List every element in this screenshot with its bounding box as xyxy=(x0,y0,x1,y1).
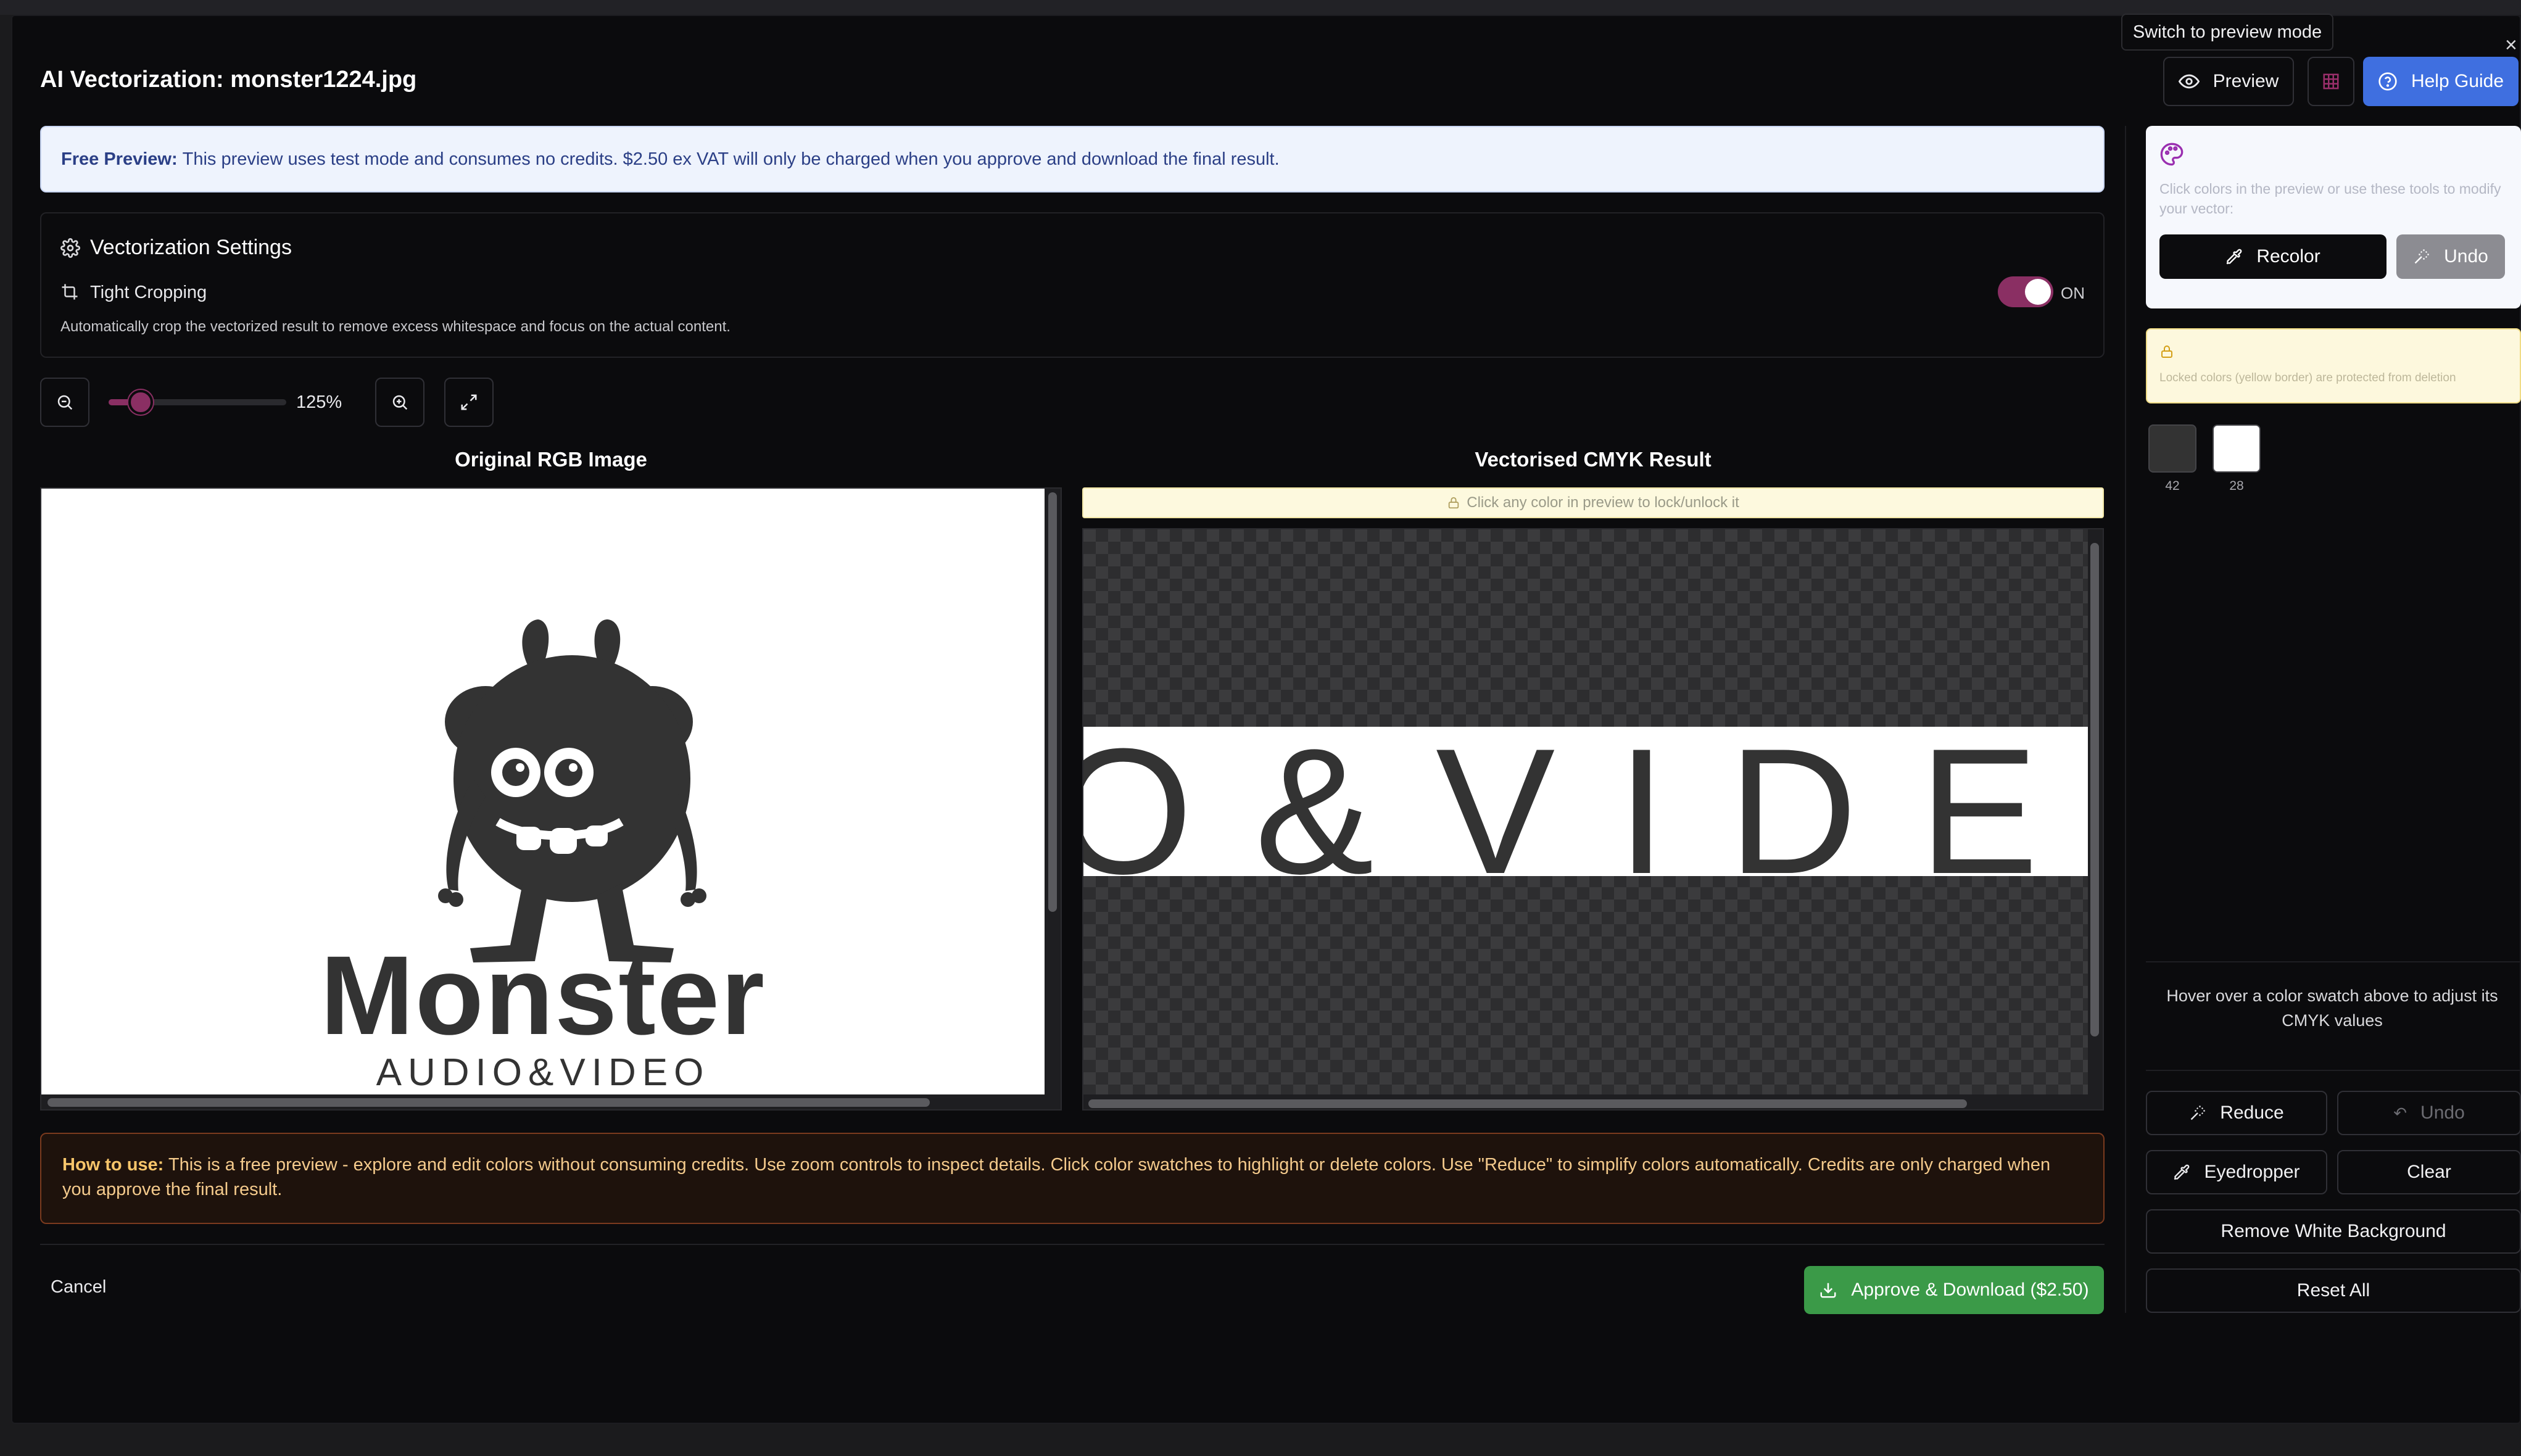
preview-button-label: Preview xyxy=(2213,71,2279,91)
modal-title: AI Vectorization: monster1224.jpg xyxy=(40,67,417,93)
result-horizontal-scrollbar[interactable] xyxy=(1088,1099,1967,1108)
help-guide-button[interactable]: Help Guide xyxy=(2363,57,2519,106)
cancel-button[interactable]: Cancel xyxy=(51,1277,106,1297)
zoom-value: 125% xyxy=(296,392,342,412)
zoom-out-button[interactable] xyxy=(40,378,89,427)
help-guide-label: Help Guide xyxy=(2411,71,2504,91)
vector-result-panel[interactable]: O&VIDEO xyxy=(1082,528,2104,1111)
recolor-undo-button[interactable]: Undo xyxy=(2396,234,2505,279)
white-background-band: O&VIDEO xyxy=(1083,727,2088,876)
sidebar-separator-2 xyxy=(2146,1070,2521,1071)
fullscreen-button[interactable] xyxy=(444,378,494,427)
original-image-panel[interactable]: Monster AUDIO&VIDEO xyxy=(40,487,1062,1111)
toggle-state-label: ON xyxy=(2061,284,2085,302)
lock-icon xyxy=(1448,497,1459,509)
eyedropper-icon xyxy=(2174,1164,2190,1180)
color-swatch-2-count: 28 xyxy=(2229,479,2244,493)
footer-divider xyxy=(40,1244,2105,1245)
undo-arrow-icon: ↶ xyxy=(2393,1103,2407,1122)
locked-colors-card xyxy=(2146,328,2521,403)
color-swatch-1[interactable] xyxy=(2148,424,2196,473)
download-icon xyxy=(1820,1283,1836,1298)
reset-all-button[interactable]: Reset All xyxy=(2146,1268,2521,1313)
settings-description: Automatically crop the vectorized result… xyxy=(60,318,731,335)
preview-mode-tooltip: Switch to preview mode xyxy=(2121,14,2333,51)
color-swatch-2[interactable] xyxy=(2213,424,2261,473)
settings-title: Vectorization Settings xyxy=(90,236,292,259)
original-vertical-scrollbar[interactable] xyxy=(1048,492,1057,912)
eyedropper-label: Eyedropper xyxy=(2204,1162,2300,1182)
logo-sub-word: AUDIO&VIDEO xyxy=(376,1051,710,1094)
notice-text: This preview uses test mode and consumes… xyxy=(182,149,1280,169)
undo-button[interactable]: ↶ Undo xyxy=(2337,1091,2521,1135)
sidebar-divider xyxy=(2125,126,2126,1313)
zoom-in-button[interactable] xyxy=(375,378,424,427)
locked-colors-lock-icon xyxy=(2161,345,2172,358)
crop-icon xyxy=(62,284,78,300)
approve-download-button[interactable]: Approve & Download ($2.50) xyxy=(1804,1266,2104,1314)
color-tools-hint: Click colors in the preview or use these… xyxy=(2159,181,2501,217)
remove-white-background-button[interactable]: Remove White Background xyxy=(2146,1209,2521,1254)
sidebar-separator-1 xyxy=(2146,961,2521,962)
undo-label: Undo xyxy=(2420,1102,2465,1123)
lock-hint-bar: Click any color in preview to lock/unloc… xyxy=(1082,487,2104,518)
cmyk-hover-hint: Hover over a color swatch above to adjus… xyxy=(2166,987,2498,1030)
palette-icon xyxy=(2160,143,2184,166)
preview-button[interactable]: Preview xyxy=(2163,57,2294,106)
recolor-undo-label: Undo xyxy=(2444,246,2488,267)
notice-bold: Free Preview: xyxy=(61,149,178,169)
lock-hint-text: Click any color in preview to lock/unloc… xyxy=(1467,494,1739,511)
free-preview-notice: Free Preview: This preview uses test mod… xyxy=(40,126,2105,192)
expand-icon xyxy=(461,394,477,410)
clear-button[interactable]: Clear xyxy=(2337,1150,2521,1194)
recolor-label: Recolor xyxy=(2256,246,2320,267)
page-backdrop xyxy=(0,0,2521,15)
toggle-knob xyxy=(2025,279,2051,305)
recolor-button[interactable]: Recolor xyxy=(2159,234,2386,279)
eyedropper-button[interactable]: Eyedropper xyxy=(2146,1150,2327,1194)
tight-cropping-label: Tight Cropping xyxy=(90,283,207,302)
reduce-label: Reduce xyxy=(2220,1102,2284,1123)
pipette-icon xyxy=(2226,249,2242,265)
transparency-checkerboard: O&VIDEO xyxy=(1083,529,2088,1094)
zoomed-vector-text: O&VIDEO xyxy=(1083,727,2088,876)
result-panel-title: Vectorised CMYK Result xyxy=(1475,448,1712,471)
color-swatch-1-count: 42 xyxy=(2165,479,2180,493)
settings-gear-icon xyxy=(60,238,80,258)
zoom-out-icon xyxy=(57,395,73,410)
zoom-slider[interactable] xyxy=(109,390,286,415)
magic-wand-icon xyxy=(2414,249,2429,264)
zoom-slider-thumb[interactable] xyxy=(128,390,153,415)
reduce-wand-icon xyxy=(2190,1106,2205,1120)
help-circle-icon xyxy=(2378,72,2397,91)
grid-view-button[interactable] xyxy=(2308,57,2354,106)
approve-download-label: Approve & Download ($2.50) xyxy=(1851,1280,2089,1300)
close-icon[interactable]: × xyxy=(2505,36,2521,54)
how-to-use-notice: How to use: This is a free preview - exp… xyxy=(40,1133,2105,1224)
original-image-canvas: Monster AUDIO&VIDEO xyxy=(41,489,1045,1094)
result-vertical-scrollbar[interactable] xyxy=(2090,543,2099,1036)
howto-bold: How to use: xyxy=(62,1155,164,1175)
zoom-in-icon xyxy=(392,395,408,410)
grid-icon xyxy=(2323,73,2339,89)
tight-cropping-toggle[interactable] xyxy=(1998,276,2053,307)
original-horizontal-scrollbar[interactable] xyxy=(48,1098,930,1107)
vectorization-settings-card xyxy=(40,212,2105,358)
eye-icon xyxy=(2178,74,2200,89)
howto-text: This is a free preview - explore and edi… xyxy=(62,1155,2051,1199)
reduce-button[interactable]: Reduce xyxy=(2146,1091,2327,1135)
original-panel-title: Original RGB Image xyxy=(455,448,647,471)
logo-main-word: Monster xyxy=(320,932,766,1058)
locked-colors-hint: Locked colors (yellow border) are protec… xyxy=(2159,371,2456,384)
